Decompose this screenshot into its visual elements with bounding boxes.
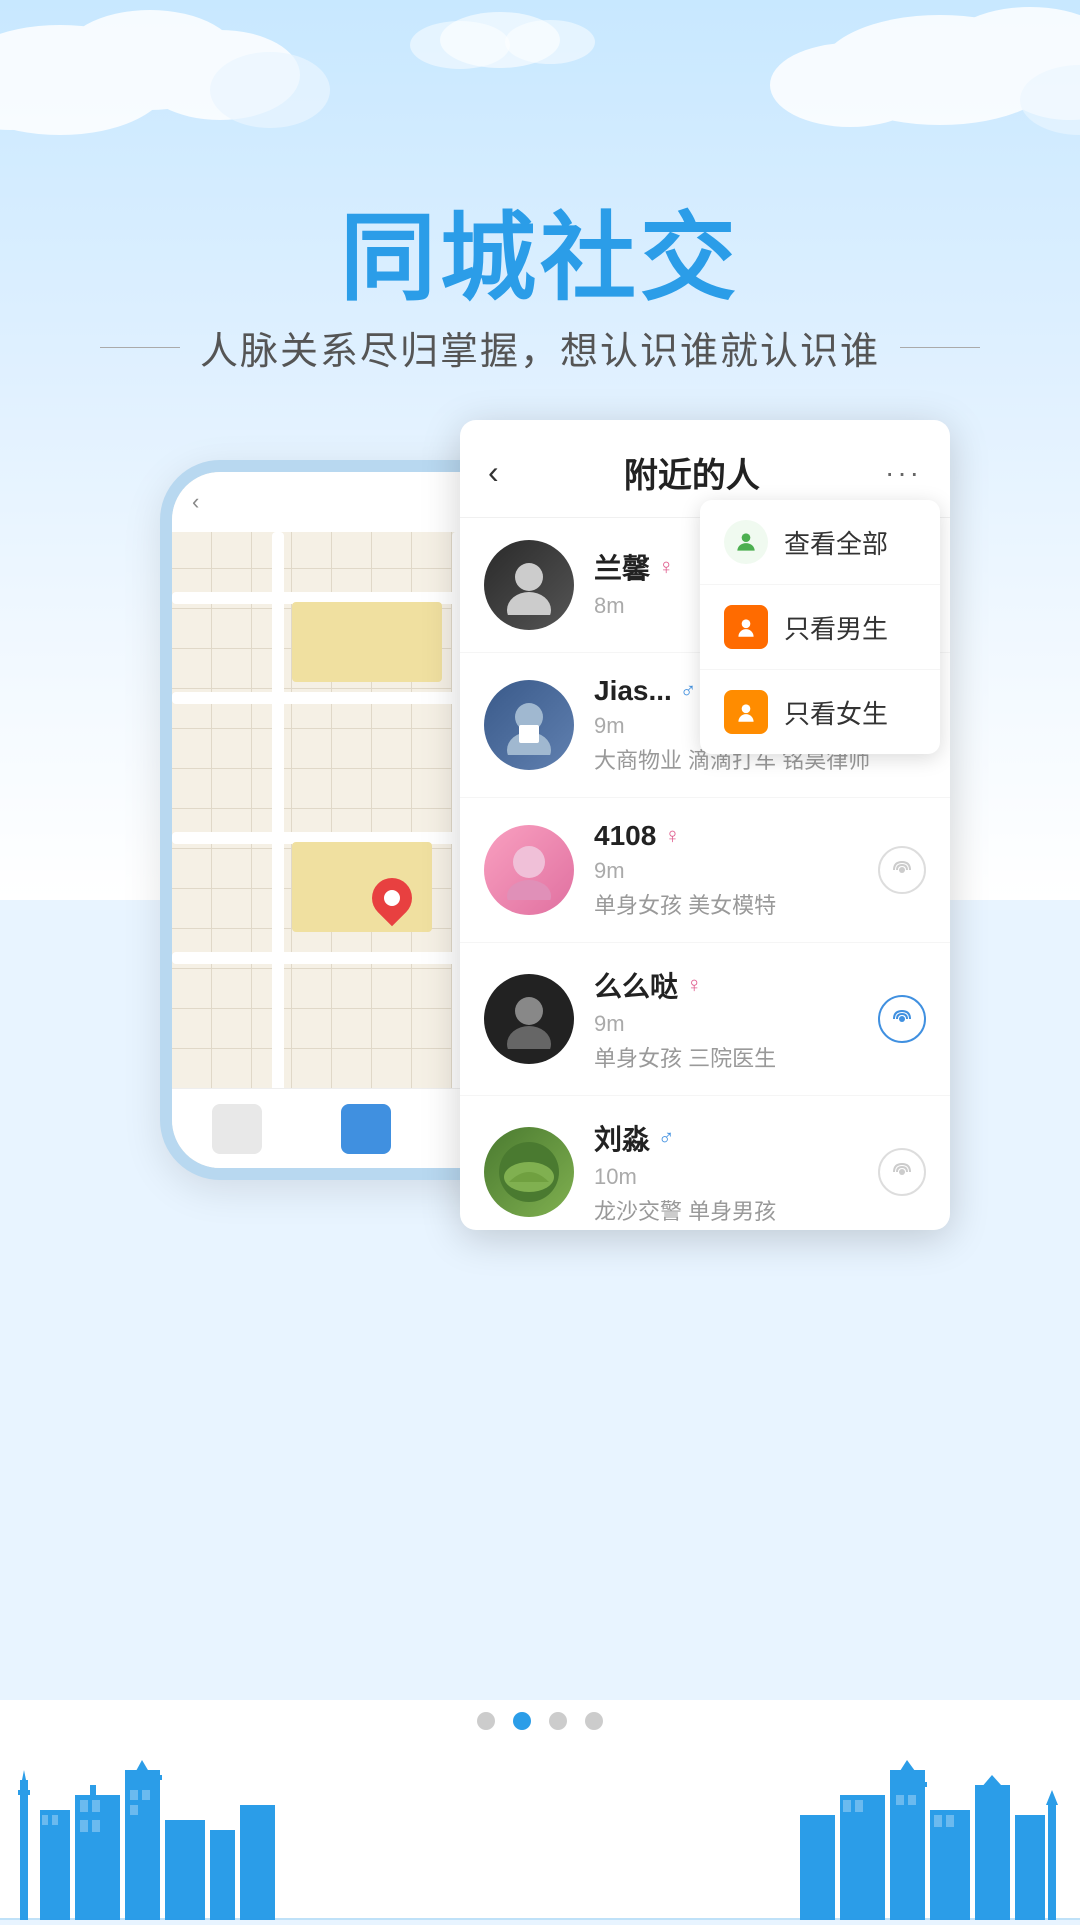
- person-name-3: 4108: [594, 820, 656, 852]
- person-name-row-3: 4108 ♀: [594, 820, 878, 852]
- filter-all[interactable]: 查看全部: [700, 500, 940, 585]
- gender-icon-5: ♂: [658, 1125, 675, 1151]
- person-name-2: Jias...: [594, 675, 672, 707]
- dot-1[interactable]: [477, 1712, 495, 1730]
- subtitle-text: 人脉关系尽归掌握，想认识谁就认识谁: [200, 320, 880, 375]
- gender-icon-2: ♂: [680, 678, 697, 704]
- person-avatar-3: [484, 825, 574, 915]
- filter-all-icon: [724, 520, 768, 564]
- person-item-4[interactable]: 么么哒 ♀ 9m 单身女孩 三院医生: [460, 943, 950, 1096]
- person-item-3[interactable]: 4108 ♀ 9m 单身女孩 美女模特: [460, 798, 950, 943]
- nearby-title: 附近的人: [624, 448, 760, 497]
- person-name-5: 刘淼: [594, 1118, 650, 1158]
- nearby-back-button[interactable]: ‹: [488, 454, 499, 491]
- gender-icon-1: ♀: [658, 554, 675, 580]
- filter-female-icon: [724, 690, 768, 734]
- person-avatar-4: [484, 974, 574, 1064]
- subtitle-row: 人脉关系尽归掌握，想认识谁就认识谁: [0, 320, 1080, 375]
- filter-male[interactable]: 只看男生: [700, 585, 940, 670]
- person-signal-4: [878, 995, 926, 1043]
- person-name-1: 兰馨: [594, 547, 650, 587]
- person-name-4: 么么哒: [594, 965, 678, 1005]
- person-dist-4: 9m: [594, 1011, 878, 1037]
- filter-male-label: 只看男生: [784, 609, 888, 646]
- filter-dropdown: 查看全部 只看男生 只看女生: [700, 500, 940, 754]
- pagination-dots: [0, 1712, 1080, 1730]
- person-info-3: 4108 ♀ 9m 单身女孩 美女模特: [594, 820, 878, 920]
- subtitle-line-left: [100, 347, 180, 348]
- subtitle-line-right: [900, 347, 980, 348]
- app-title: 同城社交: [0, 180, 1080, 319]
- nearby-panel: ‹ 附近的人 ··· 查看全部: [460, 420, 950, 1230]
- filter-male-icon: [724, 605, 768, 649]
- filter-female[interactable]: 只看女生: [700, 670, 940, 754]
- filter-female-label: 只看女生: [784, 694, 888, 731]
- filter-all-label: 查看全部: [784, 524, 888, 561]
- gender-icon-3: ♀: [664, 823, 681, 849]
- person-signal-3: [878, 846, 926, 894]
- person-tags-4: 单身女孩 三院医生: [594, 1041, 878, 1073]
- person-signal-5: [878, 1148, 926, 1196]
- dot-3[interactable]: [549, 1712, 567, 1730]
- dot-2-active[interactable]: [513, 1712, 531, 1730]
- person-name-row-4: 么么哒 ♀: [594, 965, 878, 1005]
- person-avatar-5: [484, 1127, 574, 1217]
- person-info-4: 么么哒 ♀ 9m 单身女孩 三院医生: [594, 965, 878, 1073]
- bg-phone-back-icon: ‹: [192, 489, 199, 515]
- map-pin: [372, 878, 412, 928]
- person-name-row-5: 刘淼 ♂: [594, 1118, 878, 1158]
- person-dist-5: 10m: [594, 1164, 878, 1190]
- person-tags-5: 龙沙交警 单身男孩: [594, 1194, 878, 1226]
- dot-4[interactable]: [585, 1712, 603, 1730]
- person-avatar-2: [484, 680, 574, 770]
- person-item-5[interactable]: 刘淼 ♂ 10m 龙沙交警 单身男孩: [460, 1096, 950, 1230]
- gender-icon-4: ♀: [686, 972, 703, 998]
- person-tags-3: 单身女孩 美女模特: [594, 888, 878, 920]
- person-info-5: 刘淼 ♂ 10m 龙沙交警 单身男孩: [594, 1118, 878, 1226]
- phone-mockup-area: ‹: [130, 420, 950, 1240]
- person-avatar-1: [484, 540, 574, 630]
- nearby-more-button[interactable]: ···: [885, 457, 922, 489]
- city-skyline: [0, 1740, 1080, 1920]
- person-dist-3: 9m: [594, 858, 878, 884]
